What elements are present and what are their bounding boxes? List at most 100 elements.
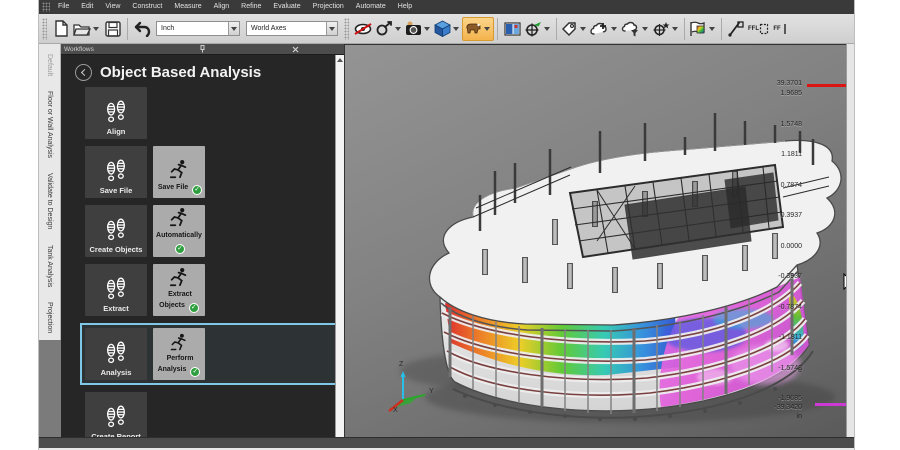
back-button[interactable] — [75, 64, 92, 81]
open-dropdown-caret-icon[interactable] — [93, 26, 99, 31]
save-button[interactable] — [102, 17, 124, 41]
menu-automate[interactable]: Automate — [350, 0, 392, 14]
menu-construct[interactable]: Construct — [126, 0, 168, 14]
close-panel-button[interactable] — [250, 45, 341, 54]
chevron-left-icon — [80, 68, 89, 77]
iso-dropdown-caret-icon[interactable] — [453, 26, 459, 31]
undo-button[interactable] — [131, 17, 153, 41]
split-view-button[interactable] — [501, 17, 523, 41]
main-toolbar: Inch World Axes FFL FF — [39, 14, 854, 44]
step-card-create-objects[interactable]: Create Objects — [85, 205, 147, 257]
colormap-button[interactable] — [688, 17, 718, 41]
eye-hide-icon — [354, 22, 372, 35]
colormap-caret-icon[interactable] — [709, 26, 715, 31]
scale-label: 1.9685 — [780, 90, 802, 97]
ffl-button-2[interactable]: FF — [770, 17, 792, 41]
step-card-create-report[interactable]: Create Report — [85, 392, 147, 437]
pin-button[interactable] — [157, 45, 248, 54]
snapshot-button[interactable] — [404, 17, 433, 41]
zoom-dropdown-caret-icon[interactable] — [395, 26, 401, 31]
undo-icon — [134, 21, 151, 37]
panel-scrollbar[interactable] — [335, 55, 344, 437]
tab-validate-to-design[interactable]: Validate to Design — [42, 166, 56, 236]
open-file-button[interactable] — [72, 17, 102, 41]
toolbar-grip[interactable] — [42, 17, 47, 40]
action-card-extract-objects[interactable]: Extract Objects ✓ — [153, 264, 205, 316]
step-label: Save File — [99, 186, 133, 195]
action-label: Automatically — [156, 232, 202, 239]
tab-default[interactable]: Default — [42, 47, 56, 83]
probe-button[interactable] — [725, 17, 747, 41]
menu-file[interactable]: File — [52, 0, 75, 14]
footprints-icon — [107, 341, 125, 364]
axes-caret-icon — [329, 26, 335, 31]
iso-view-button[interactable] — [433, 17, 462, 41]
step-card-analysis[interactable]: Analysis — [85, 328, 147, 380]
scale-label: 0.7874 — [780, 182, 802, 189]
scale-label: 0.3937 — [780, 212, 802, 219]
step-label: Extract — [103, 304, 129, 313]
ffl-glyph-2: FF — [773, 25, 781, 32]
menu-refine[interactable]: Refine — [235, 0, 267, 14]
axes-selector[interactable]: World Axes — [246, 21, 338, 36]
cplane-dropdown-caret-icon[interactable] — [544, 26, 550, 31]
snapshot-dropdown-caret-icon[interactable] — [424, 26, 430, 31]
cloud-add-button[interactable] — [589, 17, 620, 41]
walk-view-button[interactable] — [462, 16, 494, 41]
runner-icon — [169, 208, 187, 227]
tag-icon — [561, 21, 576, 36]
workflows-panel-titlebar[interactable]: Workflows — [61, 44, 344, 55]
ffl-button-1[interactable]: FFL — [747, 17, 770, 41]
new-document-button[interactable] — [50, 17, 72, 41]
selected-step-highlight: Analysis Perform Analysis ✓ — [80, 323, 344, 385]
cloud-filter-caret-icon[interactable] — [642, 26, 648, 31]
menu-align[interactable]: Align — [208, 0, 236, 14]
viewport-3d[interactable]: Z Y X 39.3701 1.9685 1.5748 1.1811 0.787… — [344, 44, 854, 437]
runner-icon — [169, 160, 187, 179]
action-card-automatically[interactable]: Automatically ✓ — [153, 205, 205, 257]
tag-button[interactable] — [560, 17, 589, 41]
unit-dropdown-button[interactable] — [228, 22, 239, 35]
check-icon: ✓ — [188, 303, 199, 313]
step-label: Analysis — [100, 368, 132, 377]
menu-evaluate[interactable]: Evaluate — [267, 0, 306, 14]
action-label: Save File — [157, 184, 189, 191]
cloud-add-caret-icon[interactable] — [611, 26, 617, 31]
colormap-flag-icon — [690, 21, 705, 36]
step-card-save-file[interactable]: Save File — [85, 146, 147, 198]
ffl-line-icon — [783, 23, 786, 34]
menu-measure[interactable]: Measure — [168, 0, 207, 14]
menubar-grip[interactable] — [42, 2, 50, 12]
tab-tank-analysis[interactable]: Tank Analysis — [42, 238, 56, 294]
scale-label: -0.3937 — [778, 273, 802, 280]
action-card-perform-analysis[interactable]: Perform Analysis ✓ — [153, 328, 205, 380]
action-card-save-file[interactable]: Save File ✓ — [153, 146, 205, 198]
menu-projection[interactable]: Projection — [307, 0, 350, 14]
menu-help[interactable]: Help — [392, 0, 418, 14]
unit-caret-icon — [231, 26, 237, 31]
right-splitter-strip[interactable] — [846, 44, 854, 437]
scale-label: 1.1811 — [781, 151, 802, 158]
target-star-button[interactable] — [651, 17, 681, 41]
close-icon — [292, 46, 299, 52]
tag-dropdown-caret-icon[interactable] — [580, 26, 586, 31]
hide-entities-button[interactable] — [352, 17, 374, 41]
scroll-up-arrow-icon — [337, 58, 343, 62]
step-label: Align — [106, 127, 126, 136]
cplane-button[interactable] — [523, 17, 553, 41]
scale-label: -1.9685 — [778, 395, 802, 402]
walk-dropdown-caret-icon[interactable] — [484, 26, 490, 31]
status-bar — [39, 437, 854, 448]
cloud-filter-button[interactable] — [620, 17, 651, 41]
menu-view[interactable]: View — [99, 0, 126, 14]
step-card-align[interactable]: Align — [85, 87, 147, 139]
tab-projection[interactable]: Projection — [42, 295, 56, 340]
target-star-caret-icon[interactable] — [672, 26, 678, 31]
unit-selector[interactable]: Inch — [156, 21, 240, 36]
menu-edit[interactable]: Edit — [75, 0, 99, 14]
step-card-extract[interactable]: Extract — [85, 264, 147, 316]
tab-floor-or-wall-analysis[interactable]: Floor or Wall Analysis — [42, 84, 56, 165]
zoom-extents-button[interactable] — [374, 17, 404, 41]
axes-dropdown-button[interactable] — [326, 22, 337, 35]
scale-label: -39.3420 — [774, 404, 802, 411]
